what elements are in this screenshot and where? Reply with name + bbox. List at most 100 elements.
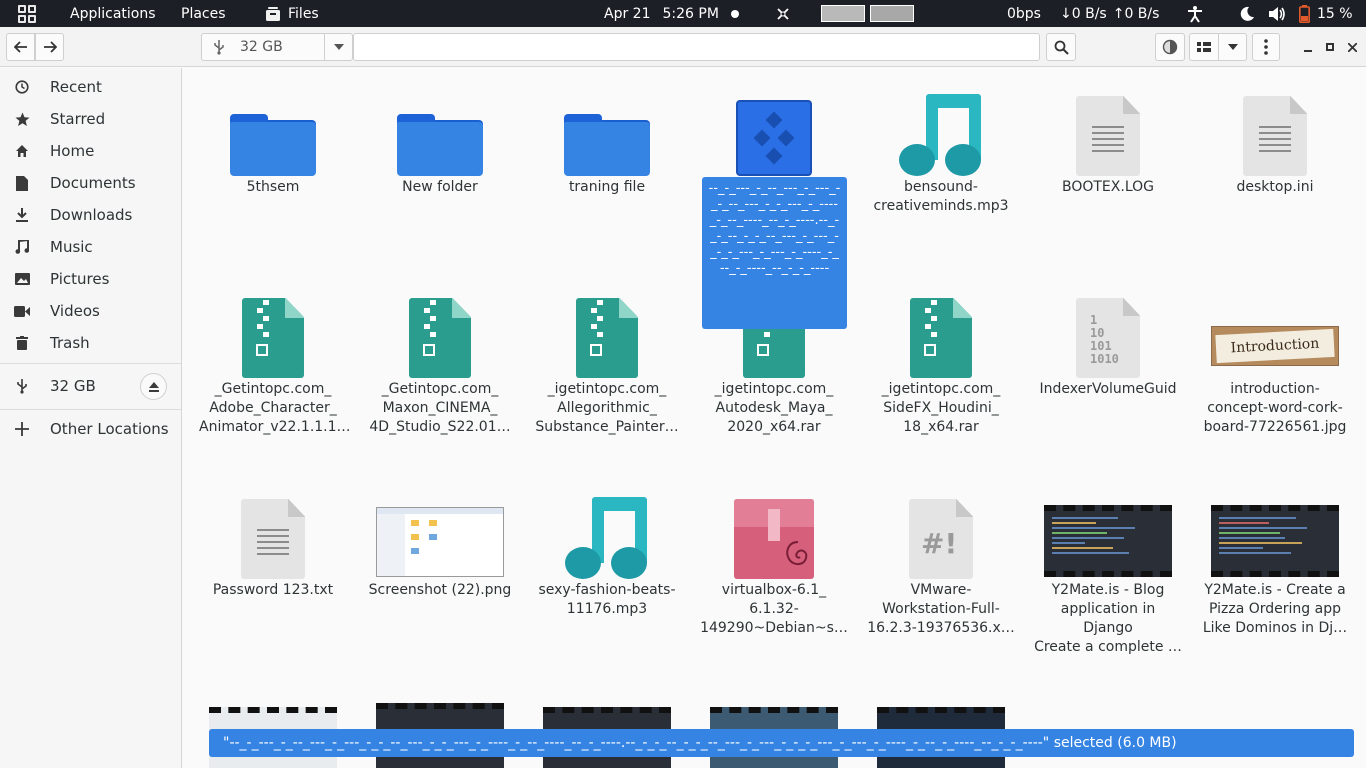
close-button[interactable] [1343, 33, 1361, 61]
sidebar-item-other-locations[interactable]: Other Locations [0, 413, 181, 445]
log-file-icon [1034, 86, 1182, 176]
file-name: _igetintopc.com_ Autodesk_Maya_ 2020_x64… [714, 381, 834, 435]
music-icon [14, 239, 30, 255]
sidebar-item-music[interactable]: Music [0, 231, 181, 263]
folder-icon [533, 86, 681, 176]
image-thumbnail: Introduction [1201, 288, 1349, 378]
file-name: New folder [402, 179, 478, 195]
app-package-icon [700, 86, 848, 176]
binary-file-icon: 1 10 101 1010 [1034, 288, 1182, 378]
minimize-button[interactable] [1299, 33, 1317, 61]
sidebar-item-downloads[interactable]: Downloads [0, 199, 181, 231]
archive-icon [533, 288, 681, 378]
up-rate-label: 0 B/s [1124, 5, 1160, 22]
video-thumbnail [1201, 489, 1349, 579]
files-icon [266, 6, 280, 21]
selection-status-text: "--_-_---_-_--_---_-_---_-_-_--_---_-_-_… [223, 735, 1177, 751]
places-menu[interactable]: Places [181, 0, 226, 27]
tools-icon[interactable] [776, 0, 790, 27]
night-light-icon[interactable] [1239, 0, 1255, 27]
selected-file-name[interactable]: --_-_---_-_--_---_-_---_-_-_--_---_-_-_-… [702, 177, 847, 329]
net-rate-label: 0bps [1007, 5, 1041, 22]
forward-button[interactable] [35, 33, 64, 61]
usb-icon [14, 378, 30, 394]
video-icon [14, 303, 30, 319]
file-name: IndexerVolumeGuid [1039, 381, 1177, 397]
close-icon [1347, 42, 1357, 52]
sidebar-item-trash[interactable]: Trash [0, 327, 181, 359]
sidebar-item-drive[interactable]: 32 GB [0, 370, 181, 402]
back-button[interactable] [6, 33, 35, 61]
top-panel: Applications Places Files Apr 21 5:26 PM… [0, 0, 1366, 27]
down-arrow-icon: ↓ [1060, 5, 1072, 22]
sidebar-item-label: Videos [50, 302, 100, 320]
places-sidebar: Recent Starred Home Documents Downloads … [0, 68, 182, 768]
sidebar-separator [0, 409, 181, 410]
time-label: 5:26 PM [662, 5, 719, 22]
battery-status[interactable]: 15 % [1299, 0, 1353, 27]
file-name: _igetintopc.com_ Allegorithmic_ Substanc… [535, 381, 679, 435]
file-name: _Getintopc.com_ Adobe_Character_ Animato… [199, 381, 351, 435]
file-name: virtualbox-6.1_ 6.1.32- 149290~Debian~s… [700, 582, 848, 636]
sidebar-separator [0, 363, 181, 364]
path-bar-location[interactable]: 32 GB [201, 33, 325, 61]
file-name: _Getintopc.com_ Maxon_CINEMA_ 4D_Studio_… [369, 381, 511, 435]
list-view-icon [1197, 42, 1211, 52]
maximize-button[interactable] [1321, 33, 1339, 61]
search-button[interactable] [1046, 33, 1076, 61]
video-thumbnail [1034, 489, 1182, 579]
files-app-label: Files [288, 5, 319, 22]
sidebar-item-home[interactable]: Home [0, 135, 181, 167]
eject-button[interactable] [140, 373, 167, 400]
activities-grid-icon[interactable] [18, 0, 36, 27]
sidebar-item-documents[interactable]: Documents [0, 167, 181, 199]
files-app-menu[interactable]: Files [265, 0, 319, 27]
file-name: traning file [568, 179, 646, 195]
eject-icon [148, 381, 159, 392]
half-circle-icon [1162, 39, 1178, 55]
sidebar-item-label: Pictures [50, 270, 110, 288]
file-name: Password 123.txt [212, 582, 334, 598]
archive-icon [867, 288, 1015, 378]
applications-menu[interactable]: Applications [70, 0, 156, 27]
screenshot-indicator-1[interactable] [821, 0, 865, 27]
location-entry[interactable] [353, 33, 1040, 61]
minimize-icon [1304, 50, 1312, 52]
kebab-menu-icon [1264, 39, 1268, 55]
path-bar-label: 32 GB [240, 39, 283, 55]
file-name: _igetintopc.com_ SideFX_Houdini_ 18_x64.… [881, 381, 1001, 435]
accessibility-icon[interactable] [1187, 0, 1203, 27]
path-dropdown-button[interactable] [324, 33, 353, 61]
file-name: introduction- concept-word-cork- board-7… [1203, 381, 1347, 435]
folder-icon [199, 86, 347, 176]
sidebar-item-label: 32 GB [50, 377, 96, 395]
screenshot-indicator-2[interactable] [870, 0, 914, 27]
view-options-button[interactable] [1155, 33, 1185, 61]
file-name: Screenshot (22).png [368, 582, 512, 598]
screenshot-thumbnail [366, 489, 514, 579]
sidebar-item-label: Downloads [50, 206, 133, 224]
main-menu-button[interactable] [1252, 33, 1280, 61]
clock[interactable]: Apr 21 5:26 PM [604, 0, 719, 27]
notification-dot-icon[interactable] [731, 0, 739, 27]
chevron-down-icon [333, 44, 344, 50]
sidebar-item-videos[interactable]: Videos [0, 295, 181, 327]
usb-icon [212, 39, 226, 55]
volume-icon[interactable] [1268, 0, 1286, 27]
list-view-button[interactable] [1189, 33, 1219, 61]
sidebar-item-label: Starred [50, 110, 106, 128]
music-file-icon [867, 86, 1015, 176]
folder-icon [366, 86, 514, 176]
forward-arrow-icon [43, 41, 57, 53]
file-name: desktop.ini [1236, 179, 1314, 195]
sidebar-item-recent[interactable]: Recent [0, 71, 181, 103]
date-label: Apr 21 [604, 5, 651, 22]
view-menu-button[interactable] [1218, 33, 1247, 61]
trash-icon [14, 335, 30, 351]
file-name: VMware- Workstation-Full- 16.2.3-1937653… [867, 582, 1015, 636]
up-arrow-icon: ↑ [1112, 5, 1125, 22]
sidebar-item-pictures[interactable]: Pictures [0, 263, 181, 295]
network-speed: ↓ 0 B/s ↑ 0 B/s [1060, 0, 1159, 27]
sidebar-item-starred[interactable]: Starred [0, 103, 181, 135]
selection-status-bar: "--_-_---_-_--_---_-_---_-_-_--_---_-_-_… [209, 729, 1354, 757]
